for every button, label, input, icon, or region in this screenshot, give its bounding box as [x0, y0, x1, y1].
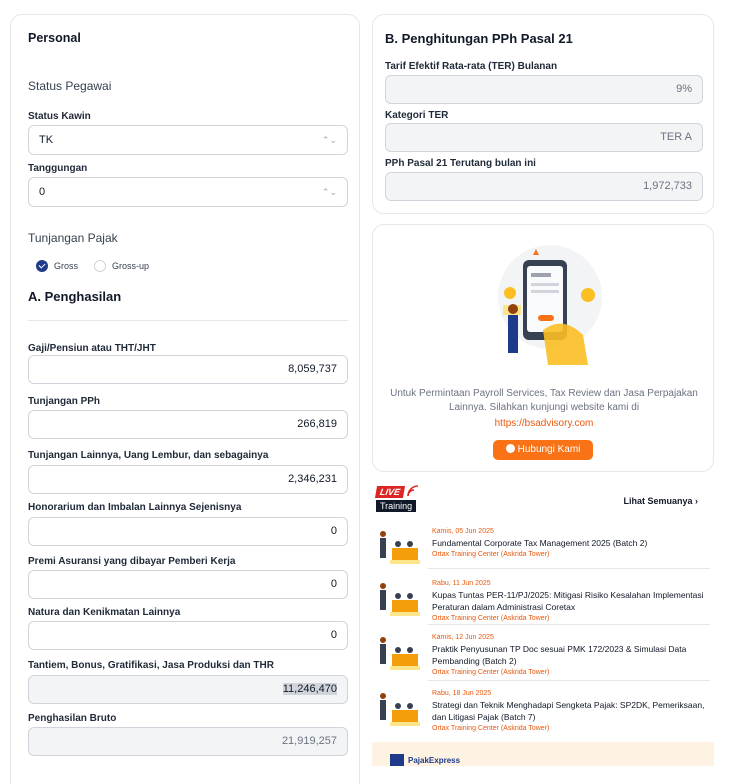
divider [428, 624, 710, 625]
field-label-bruto: Penghasilan Bruto [28, 713, 117, 724]
event-date: Kamis, 05 Jun 2025 [432, 528, 494, 535]
event-thumbnail [380, 637, 420, 670]
event-thumbnail [380, 531, 420, 564]
terutang-label: PPh Pasal 21 Terutang bulan ini [385, 158, 536, 169]
tunjangan-pajak-label: Tunjangan Pajak [28, 231, 118, 245]
field-label-gaji: Gaji/Pensiun atau THT/JHT [28, 343, 156, 354]
field-label-tunjangan-lainnya: Tunjangan Lainnya, Uang Lembur, dan seba… [28, 450, 269, 461]
live-training-logo: LIVE Training [374, 485, 419, 514]
status-pegawai-label: Status Pegawai [28, 79, 112, 93]
penghasilan-title: A. Penghasilan [28, 289, 122, 304]
see-all-link[interactable]: Lihat Semuanya › [623, 496, 698, 506]
honorarium-input[interactable]: 0 [28, 517, 348, 546]
divider [428, 568, 710, 569]
personal-title: Personal [28, 31, 81, 45]
ter-output: 9% [385, 75, 703, 104]
kategori-label: Kategori TER [385, 110, 449, 121]
field-label-premi: Premi Asuransi yang dibayar Pemberi Kerj… [28, 556, 236, 567]
tunjangan-lainnya-input[interactable]: 2,346,231 [28, 465, 348, 494]
event-title: Strategi dan Teknik Menghadapi Sengketa … [432, 700, 705, 722]
event-location: Ortax Training Center (Askrida Tower) [432, 551, 550, 558]
event-thumbnail [380, 583, 420, 616]
tanggungan-value: 0 [39, 186, 46, 198]
field-label-tunjangan-pph: Tunjangan PPh [28, 396, 101, 407]
field-label-honorarium: Honorarium dan Imbalan Lainnya Sejenisny… [28, 502, 242, 513]
event-date: Rabu, 11 Jun 2025 [432, 580, 491, 587]
pajakexpress-logo-icon [390, 754, 404, 766]
ter-label: Tarif Efektif Rata-rata (TER) Bulanan [385, 61, 558, 72]
pph21-title: B. Penghitungan PPh Pasal 21 [385, 31, 573, 46]
personal-card: Personal Status Pegawai Status Kawin TK … [10, 14, 360, 784]
pajakexpress-logo: PajakExpress [408, 756, 461, 765]
premi-input[interactable]: 0 [28, 570, 348, 599]
tanggungan-label: Tanggungan [28, 163, 88, 174]
training-event[interactable]: Rabu, 18 Jun 2025 Strategi dan Teknik Me… [372, 684, 714, 744]
chevron-right-icon: › [695, 496, 698, 506]
natura-input[interactable]: 0 [28, 621, 348, 650]
event-title: Fundamental Corporate Tax Management 202… [432, 538, 648, 548]
status-kawin-value: TK [39, 134, 54, 146]
status-kawin-label: Status Kawin [28, 111, 91, 122]
training-event[interactable]: Kamis, 05 Jun 2025 Fundamental Corporate… [372, 522, 714, 582]
bruto-output: 21,919,257 [28, 727, 348, 756]
status-kawin-select[interactable]: TK ⌃⌄ [28, 125, 348, 155]
promo-text: Untuk Permintaan Payroll Services, Tax R… [390, 388, 698, 413]
chevron-updown-icon: ⌃⌄ [321, 187, 337, 197]
event-title: Kupas Tuntas PER-11/PJ/2025: Mitigasi Ri… [432, 590, 704, 612]
event-location: Ortax Training Center (Askrida Tower) [432, 669, 550, 676]
event-thumbnail [380, 693, 420, 726]
tanggungan-select[interactable]: 0 ⌃⌄ [28, 177, 348, 207]
chat-icon [505, 444, 515, 453]
chevron-updown-icon: ⌃⌄ [321, 135, 337, 145]
training-event[interactable]: Kamis, 12 Jun 2025 Praktik Penyusunan TP… [372, 628, 714, 688]
divider [428, 680, 710, 681]
kategori-output: TER A [385, 123, 703, 152]
event-date: Rabu, 18 Jun 2025 [432, 690, 492, 697]
tantiem-value: 11,246,470 [282, 683, 337, 695]
promo-card: Untuk Permintaan Payroll Services, Tax R… [372, 224, 714, 472]
grossup-radio[interactable] [94, 260, 106, 272]
promo-illustration [498, 245, 602, 365]
training-event[interactable]: Rabu, 11 Jun 2025 Kupas Tuntas PER-11/PJ… [372, 574, 714, 634]
pajakexpress-banner[interactable]: PajakExpress [372, 742, 714, 766]
event-location: Ortax Training Center (Askrida Tower) [432, 615, 550, 622]
promo-link[interactable]: https://bsadvisory.com [383, 418, 705, 429]
terutang-output: 1,972,733 [385, 172, 703, 201]
gross-radio[interactable] [36, 260, 48, 272]
gross-label: Gross [54, 261, 79, 271]
tunjangan-pph-input[interactable]: 266,819 [28, 410, 348, 439]
field-label-natura: Natura dan Kenikmatan Lainnya [28, 607, 181, 618]
hubungi-kami-label: Hubungi Kami [517, 444, 581, 455]
pph21-card: B. Penghitungan PPh Pasal 21 Tarif Efekt… [372, 14, 714, 214]
event-date: Kamis, 12 Jun 2025 [432, 634, 494, 641]
training-card: LIVE Training Lihat Semuanya › Kamis, 05… [372, 478, 714, 740]
hubungi-kami-button[interactable]: Hubungi Kami [493, 440, 593, 460]
tantiem-input[interactable]: 11,246,470 [28, 675, 348, 704]
gaji-input[interactable]: 8,059,737 [28, 355, 348, 384]
event-location: Ortax Training Center (Askrida Tower) [432, 725, 550, 732]
grossup-label: Gross-up [112, 261, 150, 271]
event-title: Praktik Penyusunan TP Doc sesuai PMK 172… [432, 644, 687, 666]
divider [28, 320, 348, 321]
field-label-tantiem: Tantiem, Bonus, Gratifikasi, Jasa Produk… [28, 660, 274, 671]
